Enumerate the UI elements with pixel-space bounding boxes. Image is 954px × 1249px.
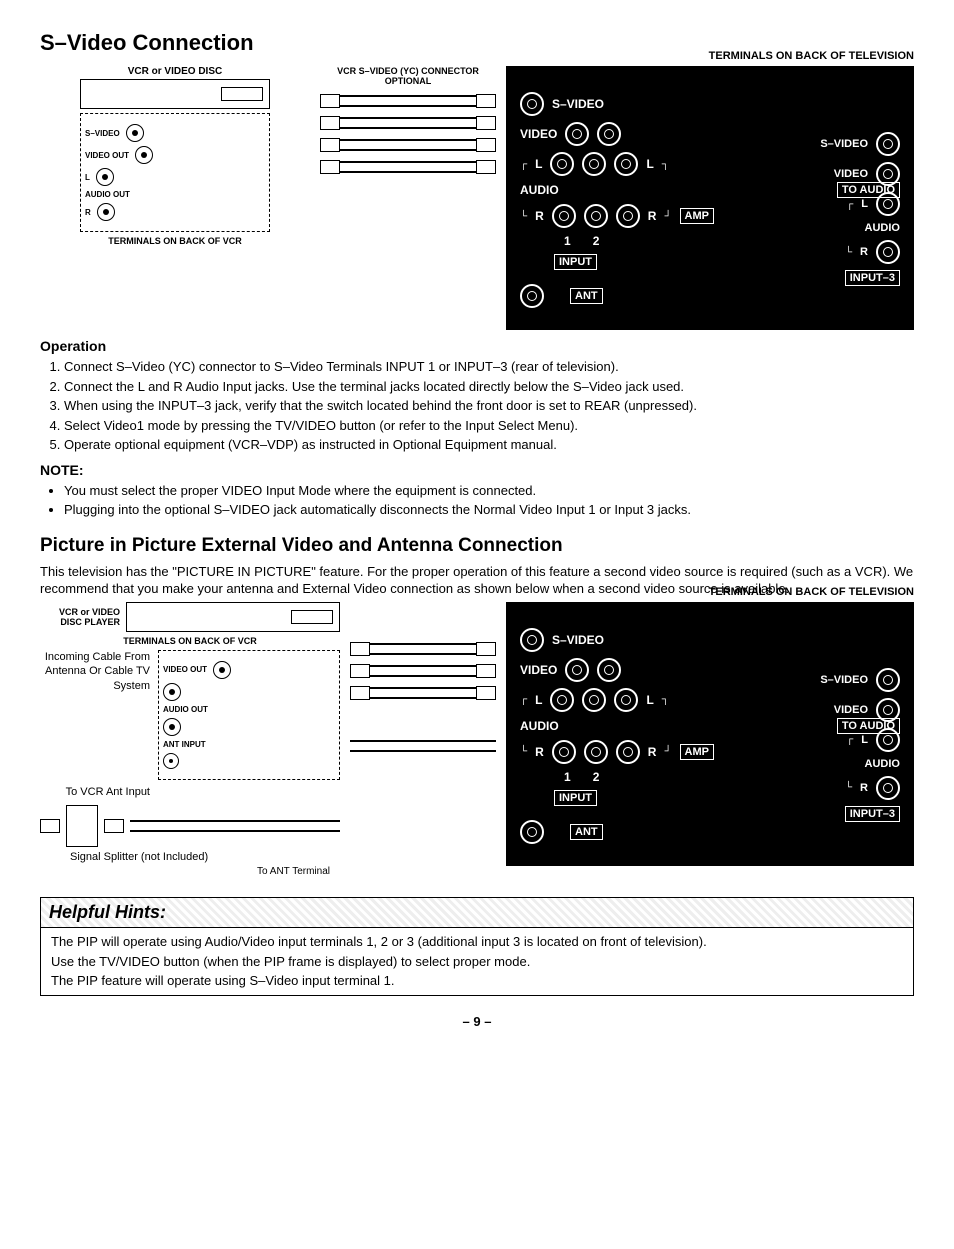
note-heading: NOTE: bbox=[40, 462, 914, 478]
cables-column-2 bbox=[350, 602, 496, 760]
vcr-back-panel: S–VIDEO VIDEO OUT L AUDIO OUT R bbox=[80, 113, 270, 232]
tv-panel-title-2: TERMINALS ON BACK OF TELEVISION bbox=[709, 586, 914, 598]
plug-icon bbox=[476, 138, 496, 152]
coax-plug-icon bbox=[40, 819, 60, 833]
tv-jack-icon bbox=[565, 122, 589, 146]
splitter-label: Signal Splitter (not Included) bbox=[70, 851, 340, 864]
to-vcr-label: To VCR Ant Input bbox=[40, 786, 150, 799]
list-item: Operate optional equipment (VCR–VDP) as … bbox=[64, 436, 914, 454]
plug-icon bbox=[320, 94, 340, 108]
terminals-vcr-label: TERMINALS ON BACK OF VCR bbox=[40, 636, 340, 646]
plug-icon bbox=[476, 664, 496, 678]
tv-jack-icon bbox=[614, 152, 638, 176]
plug-icon bbox=[320, 160, 340, 174]
svideo-jack-icon bbox=[520, 92, 544, 116]
diagram-2: VCR or VIDEO DISC PLAYER TERMINALS ON BA… bbox=[40, 602, 914, 877]
tv-jack-icon bbox=[876, 240, 900, 264]
cables-column: VCR S–VIDEO (YC) CONNECTOR OPTIONAL bbox=[320, 66, 496, 182]
incoming-cable-label: Incoming Cable From Antenna Or Cable TV … bbox=[40, 650, 150, 780]
connector-optional-label: VCR S–VIDEO (YC) CONNECTOR OPTIONAL bbox=[320, 66, 496, 86]
svideo-jack-icon bbox=[876, 132, 900, 156]
audio-l-jack-icon bbox=[96, 168, 114, 186]
splitter-icon bbox=[66, 805, 98, 847]
plug-icon bbox=[320, 116, 340, 130]
tv-right-column: S–VIDEO VIDEO ┌L AUDIO └R INPUT–3 bbox=[820, 126, 900, 292]
audio-r-jack-icon bbox=[97, 203, 115, 221]
svideo-jack-icon bbox=[876, 668, 900, 692]
tv-back-panel: TERMINALS ON BACK OF TELEVISION S–VIDEO … bbox=[506, 66, 914, 330]
tv-jack-icon bbox=[876, 698, 900, 722]
page-number: – 9 – bbox=[40, 1014, 914, 1029]
tv-jack-icon bbox=[565, 658, 589, 682]
tv-jack-icon bbox=[582, 688, 606, 712]
tv-jack-icon bbox=[550, 688, 574, 712]
tv-back-panel-2: TERMINALS ON BACK OF TELEVISION S–VIDEO … bbox=[506, 602, 914, 866]
plug-icon bbox=[476, 686, 496, 700]
tv-jack-icon bbox=[876, 192, 900, 216]
tv-jack-icon bbox=[616, 204, 640, 228]
helpful-hints-box: Helpful Hints: The PIP will operate usin… bbox=[40, 897, 914, 996]
ant-jack-icon bbox=[520, 284, 544, 308]
hints-title: Helpful Hints: bbox=[41, 898, 913, 928]
plug-icon bbox=[350, 664, 370, 678]
tv-panel-title: TERMINALS ON BACK OF TELEVISION bbox=[709, 50, 914, 62]
note-list: You must select the proper VIDEO Input M… bbox=[64, 482, 914, 519]
coax-icon bbox=[163, 753, 179, 769]
vcr-player-label: VCR or VIDEO DISC PLAYER bbox=[40, 607, 120, 627]
vcr-unit-icon bbox=[80, 79, 270, 109]
svideo-jack-icon bbox=[126, 124, 144, 142]
section2-title: Picture in Picture External Video and An… bbox=[40, 535, 914, 557]
left-diagram-col: VCR or VIDEO DISC PLAYER TERMINALS ON BA… bbox=[40, 602, 340, 877]
jack-icon bbox=[163, 718, 181, 736]
list-item: Plugging into the optional S–VIDEO jack … bbox=[64, 501, 914, 519]
tv-jack-icon bbox=[876, 728, 900, 752]
plug-icon bbox=[320, 138, 340, 152]
tv-jack-icon bbox=[582, 152, 606, 176]
diagram-1: VCR or VIDEO DISC S–VIDEO VIDEO OUT L AU… bbox=[40, 66, 914, 330]
list-item: Select Video1 mode by pressing the TV/VI… bbox=[64, 417, 914, 435]
vcr-label: VCR or VIDEO DISC bbox=[40, 66, 310, 77]
plug-icon bbox=[350, 686, 370, 700]
plug-icon bbox=[476, 642, 496, 656]
svideo-jack-icon bbox=[520, 628, 544, 652]
jack-icon bbox=[213, 661, 231, 679]
hint-line: The PIP feature will operate using S–Vid… bbox=[51, 971, 903, 991]
list-item: You must select the proper VIDEO Input M… bbox=[64, 482, 914, 500]
hint-line: The PIP will operate using Audio/Video i… bbox=[51, 932, 903, 952]
jack-icon bbox=[163, 683, 181, 701]
tv-jack-icon bbox=[616, 740, 640, 764]
tv-right-column-2: S–VIDEO VIDEO ┌L AUDIO └R INPUT–3 bbox=[820, 662, 900, 828]
plug-icon bbox=[476, 94, 496, 108]
list-item: When using the INPUT–3 jack, verify that… bbox=[64, 397, 914, 415]
operation-heading: Operation bbox=[40, 338, 914, 354]
operation-list: Connect S–Video (YC) connector to S–Vide… bbox=[64, 358, 914, 454]
tv-jack-icon bbox=[876, 162, 900, 186]
tv-jack-icon bbox=[552, 740, 576, 764]
tv-jack-icon bbox=[584, 204, 608, 228]
tv-jack-icon bbox=[597, 122, 621, 146]
ant-jack-icon bbox=[520, 820, 544, 844]
vcr-back-panel-2: VIDEO OUT AUDIO OUT ANT INPUT bbox=[158, 650, 340, 780]
plug-icon bbox=[476, 160, 496, 174]
vcr-unit-icon bbox=[126, 602, 340, 632]
tv-jack-icon bbox=[552, 204, 576, 228]
tv-jack-icon bbox=[550, 152, 574, 176]
hint-line: Use the TV/VIDEO button (when the PIP fr… bbox=[51, 952, 903, 972]
plug-icon bbox=[476, 116, 496, 130]
tv-jack-icon bbox=[614, 688, 638, 712]
tv-jack-icon bbox=[584, 740, 608, 764]
to-ant-label: To ANT Terminal bbox=[40, 866, 330, 877]
coax-plug-icon bbox=[104, 819, 124, 833]
list-item: Connect S–Video (YC) connector to S–Vide… bbox=[64, 358, 914, 376]
hints-body: The PIP will operate using Audio/Video i… bbox=[41, 928, 913, 995]
list-item: Connect the L and R Audio Input jacks. U… bbox=[64, 378, 914, 396]
video-out-jack-icon bbox=[135, 146, 153, 164]
plug-icon bbox=[350, 642, 370, 656]
tv-jack-icon bbox=[876, 776, 900, 800]
vcr-column: VCR or VIDEO DISC S–VIDEO VIDEO OUT L AU… bbox=[40, 66, 310, 246]
terminals-vcr-label: TERMINALS ON BACK OF VCR bbox=[40, 236, 310, 246]
tv-jack-icon bbox=[597, 658, 621, 682]
